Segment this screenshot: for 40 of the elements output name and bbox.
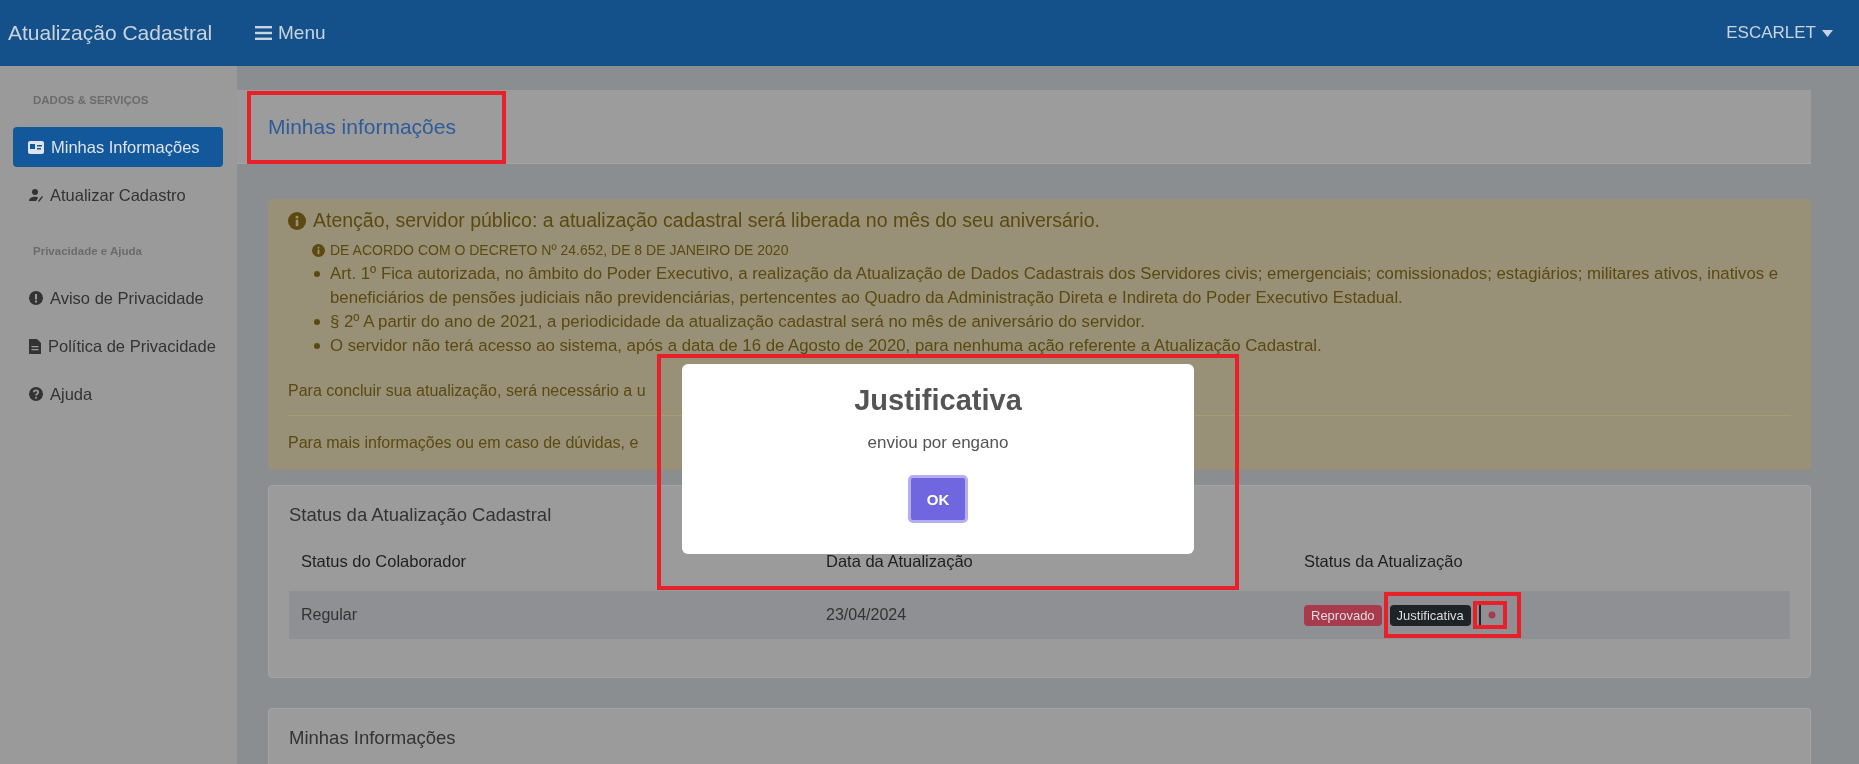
sidebar-item[interactable]: Política de Privacidade — [0, 326, 237, 366]
card-title: Status da Atualização Cadastral — [289, 504, 552, 525]
app-title: Atualização Cadastral — [7, 21, 214, 45]
status-badge: Reprovado — [1304, 604, 1382, 626]
card-title: Minhas Informações — [289, 727, 456, 748]
id-card-icon — [28, 140, 44, 154]
info-icon — [312, 243, 325, 257]
table-cell-text: Regular — [301, 606, 359, 624]
ok-button[interactable]: OK — [908, 475, 968, 523]
menu-button[interactable]: Menu — [249, 21, 332, 45]
menu-icon — [255, 26, 272, 40]
caret-icon — [1822, 29, 1833, 37]
decree-item: O servidor não terá acesso ao sistema, após a data de 16 de Agosto de 2020, para nenhuma ação referente a Atualização Cadastral. — [330, 335, 1322, 357]
person-pen-icon — [29, 188, 43, 202]
column-header: Status da Atualização — [1304, 552, 1464, 571]
alert-text: Para concluir sua atualização, será necessário a u — [288, 382, 646, 399]
exclamation-icon — [29, 291, 43, 305]
status-badge: Justificativa — [1389, 604, 1471, 626]
decree-item: § 2º A partir do ano de 2021, a periodicidade da atualização cadastral será no mês de aniversário do servidor. — [330, 311, 1145, 333]
help-icon — [29, 387, 43, 401]
decree-item: Art. 1º Fica autorizada, no âmbito do Poder Executivo, a realização da Atualização de Dados Cadastrais dos Servidores civis; emergenciais; comissionados; estagiários; militares ativos, inativos e beneficiários de pensões judiciais não previdenciárias, pertencentes ao Quadro da Administração Direta e Indireta do Poder Executivo Estadual. — [330, 263, 1780, 309]
alert-heading: Atenção, servidor público: a atualização cadastral será liberada no mês do seu aniversário. — [313, 209, 1100, 232]
alert-text: Para mais informações ou em caso de dúvidas, e — [288, 434, 639, 451]
bullet-icon — [314, 319, 320, 325]
sidebar-item[interactable]: Minhas Informações — [13, 127, 223, 167]
user-menu[interactable]: ESCARLET — [1720, 22, 1839, 44]
modal-title: Justificativa — [854, 384, 1022, 417]
bullet-icon — [314, 343, 320, 349]
decree-text: DE ACORDO COM O DECRETO Nº 24.652, DE 8 DE JANEIRO DE 2020 — [330, 242, 789, 258]
sidebar-item[interactable]: Ajuda — [0, 374, 237, 414]
modal-text: enviou por engano — [867, 433, 1009, 453]
bullet-icon — [314, 271, 320, 277]
column-header: Data da Atualização — [826, 552, 974, 571]
info-icon — [288, 211, 306, 230]
column-header: Status do Colaborador — [301, 552, 468, 571]
page-title: Minhas informações — [268, 114, 456, 139]
table-cell-text: 23/04/2024 — [826, 606, 908, 624]
sidebar-item[interactable]: Aviso de Privacidade — [0, 278, 237, 318]
sidebar-item[interactable]: Atualizar Cadastro — [0, 175, 237, 215]
document-icon — [29, 338, 41, 354]
